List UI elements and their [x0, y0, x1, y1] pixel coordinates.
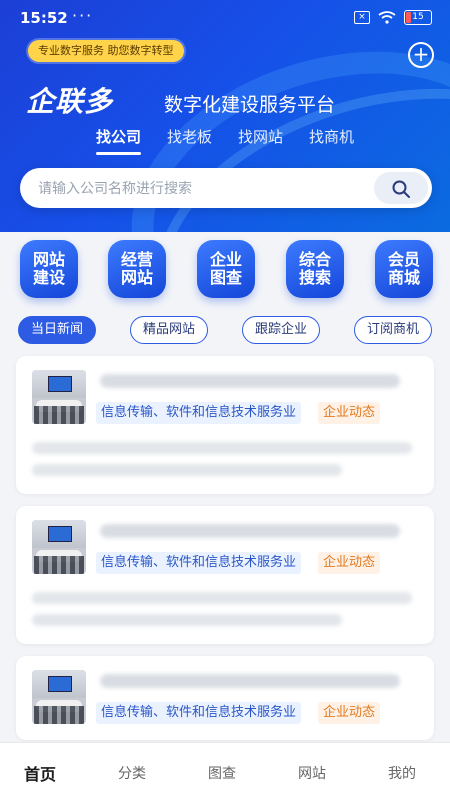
status-bar: 15:52 ··· × 15: [0, 0, 450, 36]
news-filter-chips: 当日新闻 精品网站 跟踪企业 订阅商机: [0, 316, 450, 346]
wifi-icon: [378, 11, 396, 24]
news-title-blurred: [100, 524, 400, 538]
news-thumbnail: [32, 670, 86, 724]
nav-graph-search[interactable]: 图查: [208, 763, 236, 783]
grid-operate-site[interactable]: 经营 网站: [108, 240, 166, 298]
news-summary-blurred: [32, 614, 342, 626]
tab-find-opportunity[interactable]: 找商机: [309, 126, 354, 155]
search-bar: [20, 168, 432, 210]
search-button[interactable]: [374, 172, 428, 204]
news-card[interactable]: 信息传输、软件和信息技术服务业 企业动态: [16, 506, 434, 644]
news-title-blurred: [100, 374, 400, 388]
nav-website[interactable]: 网站: [298, 763, 326, 783]
status-icons: × 15: [354, 10, 432, 25]
event-tag: 企业动态: [318, 552, 381, 574]
nav-home[interactable]: 首页: [24, 761, 56, 785]
bottom-nav: 首页 分类 图查 网站 我的: [0, 742, 450, 801]
event-tag: 企业动态: [318, 402, 381, 424]
search-input[interactable]: [36, 168, 370, 210]
grid-member-mall[interactable]: 会员 商城: [375, 240, 433, 298]
grid-search-all[interactable]: 综合 搜索: [286, 240, 344, 298]
grid-label: 企业 图查: [209, 250, 242, 287]
industry-tag: 信息传输、软件和信息技术服务业: [96, 552, 302, 574]
app-logo: 企联多: [26, 85, 114, 118]
tab-find-website[interactable]: 找网站: [238, 126, 283, 155]
news-summary-blurred: [32, 592, 412, 604]
grid-website-build[interactable]: 网站 建设: [20, 240, 78, 298]
chip-daily-news[interactable]: 当日新闻: [18, 316, 97, 344]
industry-tag: 信息传输、软件和信息技术服务业: [96, 402, 302, 424]
chip-subscribe-opportunity[interactable]: 订阅商机: [354, 316, 433, 344]
nav-category[interactable]: 分类: [118, 763, 146, 783]
grid-label: 经营 网站: [120, 250, 153, 287]
chip-featured-sites[interactable]: 精品网站: [130, 316, 209, 344]
search-category-tabs: 找公司 找老板 找网站 找商机: [96, 126, 354, 155]
tab-find-company[interactable]: 找公司: [96, 126, 142, 155]
news-thumbnail: [32, 520, 86, 574]
header-banner: 15:52 ··· × 15 专业数字服务 助您数字转型 + 企联多 数字化建设…: [0, 0, 450, 232]
grid-label: 网站 建设: [32, 250, 65, 287]
status-time: 15:52: [20, 9, 68, 27]
tab-find-boss[interactable]: 找老板: [167, 126, 212, 155]
news-thumbnail: [32, 370, 86, 424]
event-tag: 企业动态: [318, 702, 381, 724]
nav-mine[interactable]: 我的: [388, 763, 416, 783]
platform-slogan: 数字化建设服务平台: [164, 94, 336, 116]
industry-tag: 信息传输、软件和信息技术服务业: [96, 702, 302, 724]
grid-label: 综合 搜索: [298, 250, 331, 287]
news-card[interactable]: 信息传输、软件和信息技术服务业 企业动态: [16, 656, 434, 740]
status-dots: ···: [72, 6, 94, 25]
news-title-blurred: [100, 674, 400, 688]
add-button[interactable]: +: [408, 42, 434, 68]
search-icon: [392, 180, 410, 198]
news-summary-blurred: [32, 442, 412, 454]
feature-grid: 网站 建设 经营 网站 企业 图查 综合 搜索 会员 商城: [0, 240, 450, 300]
news-summary-blurred: [32, 464, 342, 476]
grid-enterprise-graph[interactable]: 企业 图查: [197, 240, 255, 298]
grid-label: 会员 商城: [387, 250, 420, 287]
chip-track-company[interactable]: 跟踪企业: [242, 316, 321, 344]
promo-badge: 专业数字服务 助您数字转型: [28, 40, 184, 62]
battery-icon: 15: [404, 10, 432, 25]
battery-level: 15: [412, 12, 424, 22]
news-card[interactable]: 信息传输、软件和信息技术服务业 企业动态: [16, 356, 434, 494]
sim-icon: ×: [354, 11, 370, 24]
